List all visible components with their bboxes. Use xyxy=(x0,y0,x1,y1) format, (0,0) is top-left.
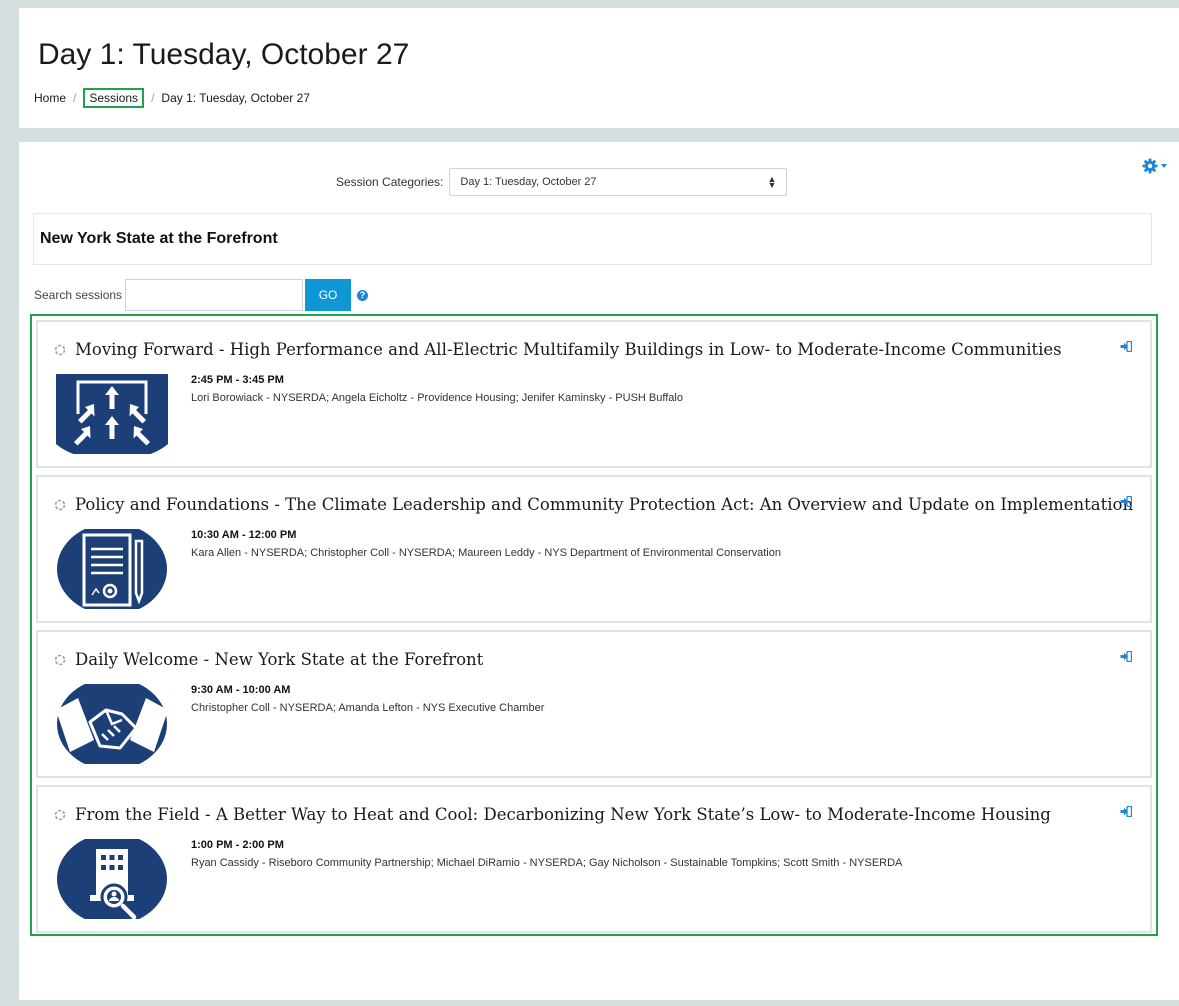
enter-icon[interactable] xyxy=(1120,341,1132,352)
building-search-icon xyxy=(57,839,167,919)
handshake-icon xyxy=(56,684,168,764)
session-categories-select[interactable]: Day 1: Tuesday, October 27 ▲ ▼ xyxy=(449,168,788,196)
breadcrumb-sessions[interactable]: Sessions xyxy=(83,88,145,108)
session-card: Moving Forward - High Performance and Al… xyxy=(36,320,1152,468)
page-header: Day 1: Tuesday, October 27 Home / Sessio… xyxy=(19,8,1179,128)
enter-icon[interactable] xyxy=(1120,806,1132,817)
breadcrumb-home[interactable]: Home xyxy=(34,91,66,105)
session-categories-selected: Day 1: Tuesday, October 27 xyxy=(460,176,597,188)
session-thumbnail xyxy=(56,684,168,764)
session-bullet-icon xyxy=(54,809,66,820)
enter-icon[interactable] xyxy=(1120,651,1132,662)
breadcrumb-separator: / xyxy=(151,91,155,105)
select-arrows-icon: ▲ ▼ xyxy=(767,174,777,190)
session-title: Moving Forward - High Performance and Al… xyxy=(75,340,1062,359)
session-bullet-icon xyxy=(54,344,66,355)
session-list: Moving Forward - High Performance and Al… xyxy=(30,314,1158,936)
session-title-link[interactable]: From the Field - A Better Way to Heat an… xyxy=(54,805,1051,824)
session-thumbnail xyxy=(56,374,168,454)
session-speakers: Kara Allen - NYSERDA; Christopher Coll -… xyxy=(191,547,781,559)
session-time: 10:30 AM - 12:00 PM xyxy=(191,529,297,541)
session-speakers: Christopher Coll - NYSERDA; Amanda Lefto… xyxy=(191,702,545,714)
go-button[interactable]: GO xyxy=(305,279,352,311)
session-categories-label: Session Categories: xyxy=(336,175,444,189)
help-icon[interactable]: ? xyxy=(357,289,369,301)
session-card: From the Field - A Better Way to Heat an… xyxy=(36,785,1152,933)
arrows-up-icon xyxy=(56,374,168,454)
session-title-link[interactable]: Policy and Foundations - The Climate Lea… xyxy=(54,495,1133,514)
session-title: From the Field - A Better Way to Heat an… xyxy=(75,805,1051,824)
breadcrumb-current: Day 1: Tuesday, October 27 xyxy=(161,91,310,105)
breadcrumb: Home / Sessions / Day 1: Tuesday, Octobe… xyxy=(34,88,310,108)
session-bullet-icon xyxy=(54,499,66,510)
session-title-link[interactable]: Moving Forward - High Performance and Al… xyxy=(54,340,1062,359)
session-thumbnail xyxy=(56,839,168,919)
breadcrumb-separator: / xyxy=(73,91,77,105)
session-card: Policy and Foundations - The Climate Lea… xyxy=(36,475,1152,623)
search-label: Search sessions xyxy=(34,288,123,302)
session-categories-filter: Session Categories: Day 1: Tuesday, Octo… xyxy=(19,168,1179,196)
session-title: Policy and Foundations - The Climate Lea… xyxy=(75,495,1134,514)
session-bullet-icon xyxy=(54,654,66,665)
document-pen-icon xyxy=(57,529,167,609)
category-heading: New York State at the Forefront xyxy=(40,230,278,247)
session-card: Daily Welcome - New York State at the Fo… xyxy=(36,630,1152,778)
session-speakers: Lori Borowiack - NYSERDA; Angela Eicholt… xyxy=(191,392,683,404)
search-input[interactable] xyxy=(125,279,304,311)
page-title: Day 1: Tuesday, October 27 xyxy=(38,38,410,71)
session-thumbnail xyxy=(56,529,168,609)
session-time: 1:00 PM - 2:00 PM xyxy=(191,839,284,851)
session-time: 9:30 AM - 10:00 AM xyxy=(191,684,291,696)
category-heading-box: New York State at the Forefront xyxy=(33,213,1152,265)
enter-icon[interactable] xyxy=(1120,496,1132,507)
session-time: 2:45 PM - 3:45 PM xyxy=(191,374,284,386)
session-title: Daily Welcome - New York State at the Fo… xyxy=(75,650,484,669)
main-content: Session Categories: Day 1: Tuesday, Octo… xyxy=(19,142,1179,1000)
session-speakers: Ryan Cassidy - Riseboro Community Partne… xyxy=(191,857,903,869)
session-title-link[interactable]: Daily Welcome - New York State at the Fo… xyxy=(54,650,483,669)
session-search: Search sessions GO ? xyxy=(34,279,369,311)
